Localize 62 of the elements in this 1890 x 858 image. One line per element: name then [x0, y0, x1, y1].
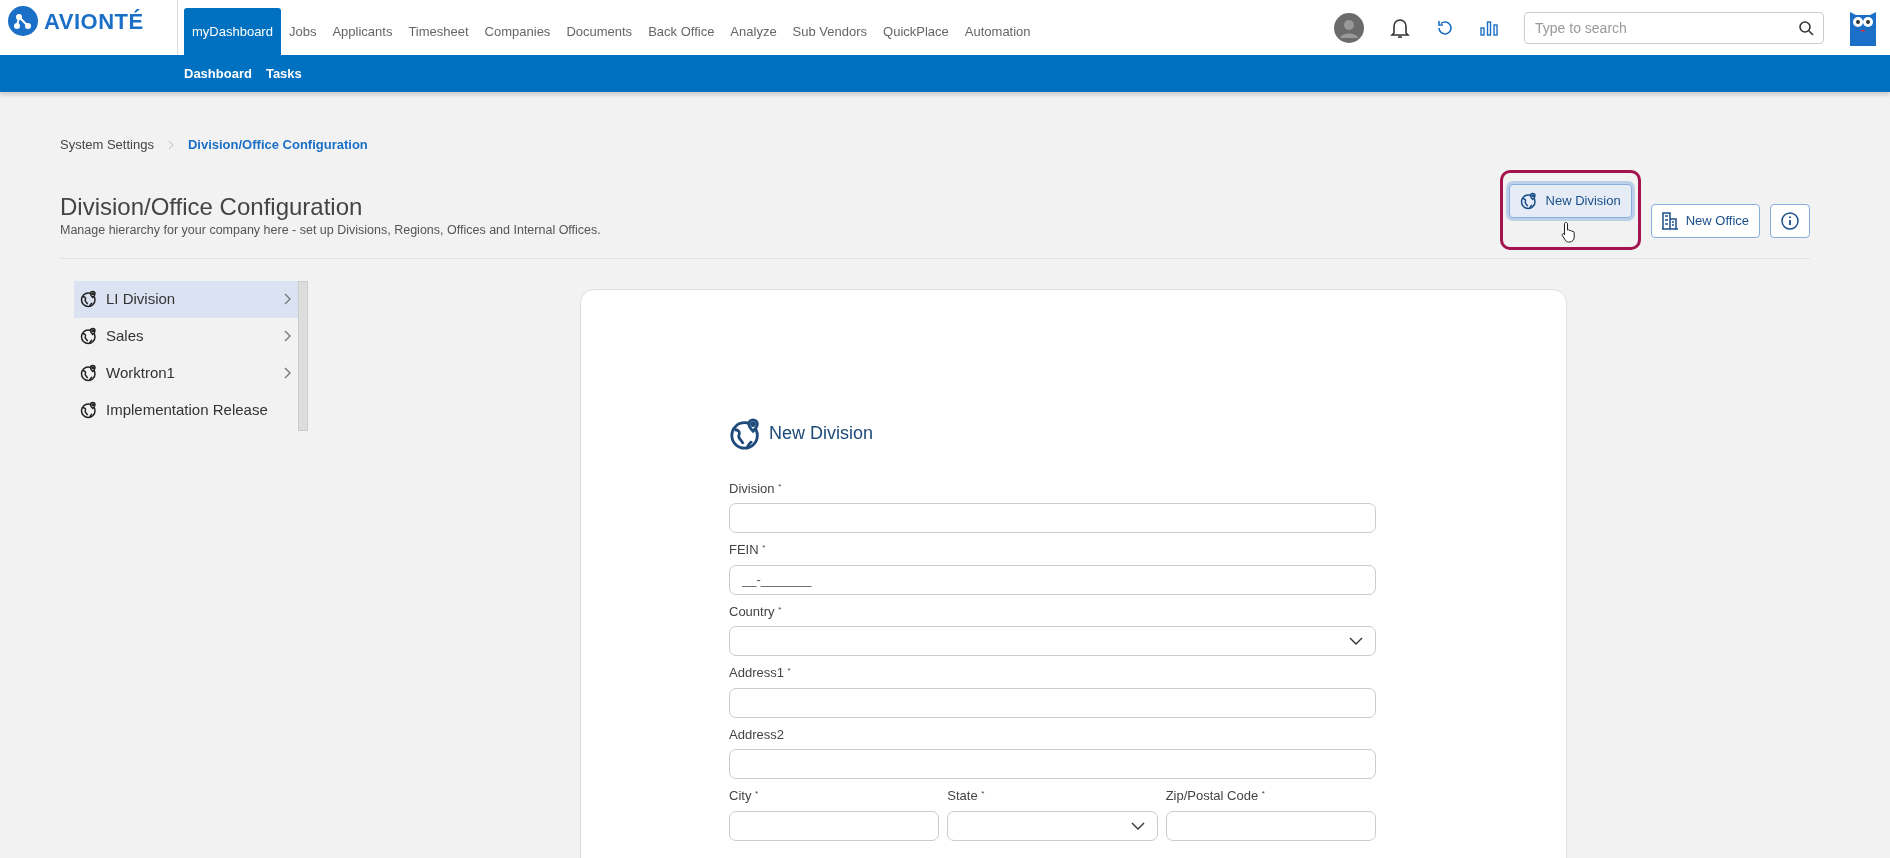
- building-icon: [1661, 212, 1678, 230]
- breadcrumb-item: Division/Office Configuration: [187, 136, 368, 154]
- field-label: City $^{*}$: [729, 787, 760, 805]
- input-field[interactable]: [729, 687, 1376, 718]
- refresh-icon[interactable]: [1436, 18, 1454, 37]
- nav-tab[interactable]: Applicants: [324, 8, 401, 55]
- division-item[interactable]: Sales: [74, 317, 298, 355]
- action-button[interactable]: New Division: [1508, 183, 1632, 218]
- field-label: Country $^{*}$: [729, 602, 783, 621]
- chevron-down-icon: [1349, 637, 1363, 645]
- bell-icon[interactable]: [1390, 16, 1410, 39]
- avatar-icon[interactable]: [1334, 12, 1364, 43]
- scrollbar[interactable]: [298, 280, 308, 431]
- owl-logo-icon[interactable]: [1850, 9, 1876, 46]
- select-field[interactable]: [729, 626, 1376, 656]
- globe-icon: [80, 364, 98, 382]
- chevron-down-icon: [1130, 821, 1145, 830]
- brand-name: AVIONTÉ: [44, 7, 144, 36]
- field-label: Address1 $^{*}$: [729, 664, 792, 682]
- field-label: Zip/Postal Code $^{*}$: [1165, 787, 1266, 805]
- globe-icon: [1519, 191, 1538, 210]
- subnav-link[interactable]: Dashboard: [184, 63, 252, 84]
- field-label: Division $^{*}$: [729, 479, 783, 498]
- chevron-right-icon: [167, 139, 174, 150]
- division-item[interactable]: LI Division: [74, 280, 298, 318]
- action-button[interactable]: New Office: [1650, 204, 1760, 238]
- search-icon[interactable]: [1798, 19, 1814, 36]
- nav-tab[interactable]: Analyze: [722, 8, 785, 55]
- input-field[interactable]: [729, 810, 940, 841]
- form-title: New Division: [769, 422, 874, 445]
- logo-icon: [8, 6, 38, 36]
- input-field[interactable]: __-_______: [729, 564, 1376, 595]
- globe-icon: [80, 401, 98, 419]
- bar-chart-icon[interactable]: [1480, 19, 1498, 36]
- division-item[interactable]: Worktron1: [74, 354, 298, 392]
- division-item[interactable]: Implementation Release: [74, 391, 298, 429]
- nav-tab[interactable]: Back Office: [640, 8, 723, 55]
- select-field[interactable]: [947, 810, 1158, 841]
- nav-tab[interactable]: myDashboard: [184, 8, 281, 55]
- nav-tab[interactable]: QuickPlace: [875, 8, 957, 55]
- nav-tab[interactable]: Documents: [558, 8, 641, 55]
- info-icon: [1781, 212, 1799, 230]
- info-button[interactable]: [1770, 204, 1810, 238]
- input-field[interactable]: [729, 749, 1376, 779]
- page-title: Division/Office Configuration: [60, 192, 364, 222]
- page-subtitle: Manage hierarchy for your company here - set up Divisions, Regions, Offices and Internal Offices.: [60, 222, 601, 240]
- field-label: Address2: [729, 725, 785, 744]
- subnav-link[interactable]: Tasks: [265, 63, 302, 84]
- field-label: FEIN $^{*}$: [729, 541, 767, 559]
- nav-tab[interactable]: Jobs: [280, 8, 325, 55]
- nav-tab[interactable]: Companies: [476, 8, 559, 55]
- search-field[interactable]: Type to search: [1524, 11, 1824, 44]
- field-label: State $^{*}$: [947, 787, 986, 805]
- nav-tab[interactable]: Sub Vendors: [784, 8, 876, 55]
- breadcrumb-item[interactable]: System Settings: [60, 135, 154, 155]
- globe-icon: [80, 290, 98, 308]
- hand-cursor-icon: [1560, 220, 1577, 243]
- nav-tab[interactable]: Timesheet: [400, 8, 477, 55]
- globe-icon: [80, 327, 98, 345]
- input-field[interactable]: [729, 503, 1376, 533]
- input-field[interactable]: [1165, 810, 1376, 841]
- nav-tab[interactable]: Automation: [956, 8, 1039, 55]
